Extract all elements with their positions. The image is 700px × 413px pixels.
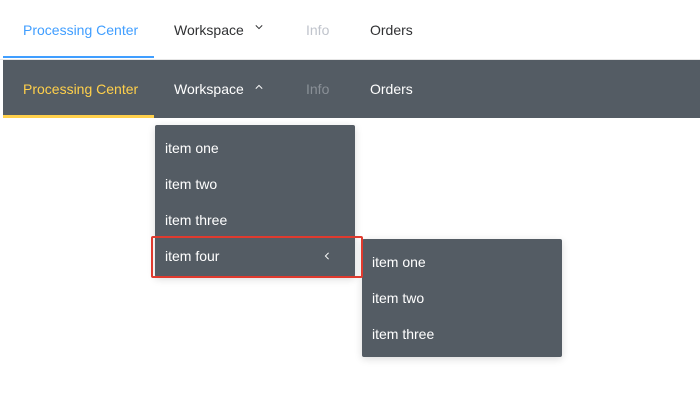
light-menu-item-info: Info bbox=[306, 22, 330, 38]
dropdown-item-four-label: item four bbox=[165, 248, 220, 264]
submenu-item-one[interactable]: item one bbox=[362, 244, 562, 280]
light-menu-item-orders[interactable]: Orders bbox=[370, 0, 413, 60]
dark-menu-item-processing-center[interactable]: Processing Center bbox=[23, 60, 138, 118]
chevron-up-icon[interactable] bbox=[255, 83, 263, 91]
dark-menu-active-indicator bbox=[3, 115, 154, 118]
dark-menu-bar: Processing Center Workspace Info Orders bbox=[3, 60, 700, 118]
dropdown-item-four[interactable]: item four bbox=[155, 238, 355, 274]
submenu-item-two[interactable]: item two bbox=[362, 280, 562, 316]
workspace-dropdown: item one item two item three item four bbox=[155, 125, 355, 277]
dropdown-item-two[interactable]: item two bbox=[155, 166, 355, 202]
dark-menu-item-info: Info bbox=[306, 81, 330, 97]
light-menu-bar: Processing Center Workspace Info Orders bbox=[0, 0, 700, 60]
dark-menu-item-orders[interactable]: Orders bbox=[370, 60, 413, 118]
dropdown-item-one[interactable]: item one bbox=[155, 130, 355, 166]
chevron-down-icon[interactable] bbox=[255, 23, 263, 31]
submenu-item-three[interactable]: item three bbox=[362, 316, 562, 352]
light-menu-item-workspace[interactable]: Workspace bbox=[174, 0, 244, 60]
dropdown-item-three[interactable]: item three bbox=[155, 202, 355, 238]
menu-demo: Processing Center Workspace Info Orders … bbox=[0, 0, 700, 413]
dark-menu-item-workspace[interactable]: Workspace bbox=[174, 60, 244, 118]
light-menu-item-processing-center[interactable]: Processing Center bbox=[23, 0, 138, 60]
item-four-submenu: item one item two item three bbox=[362, 239, 562, 357]
light-menu-active-indicator bbox=[3, 56, 154, 58]
chevron-left-icon bbox=[324, 252, 329, 260]
